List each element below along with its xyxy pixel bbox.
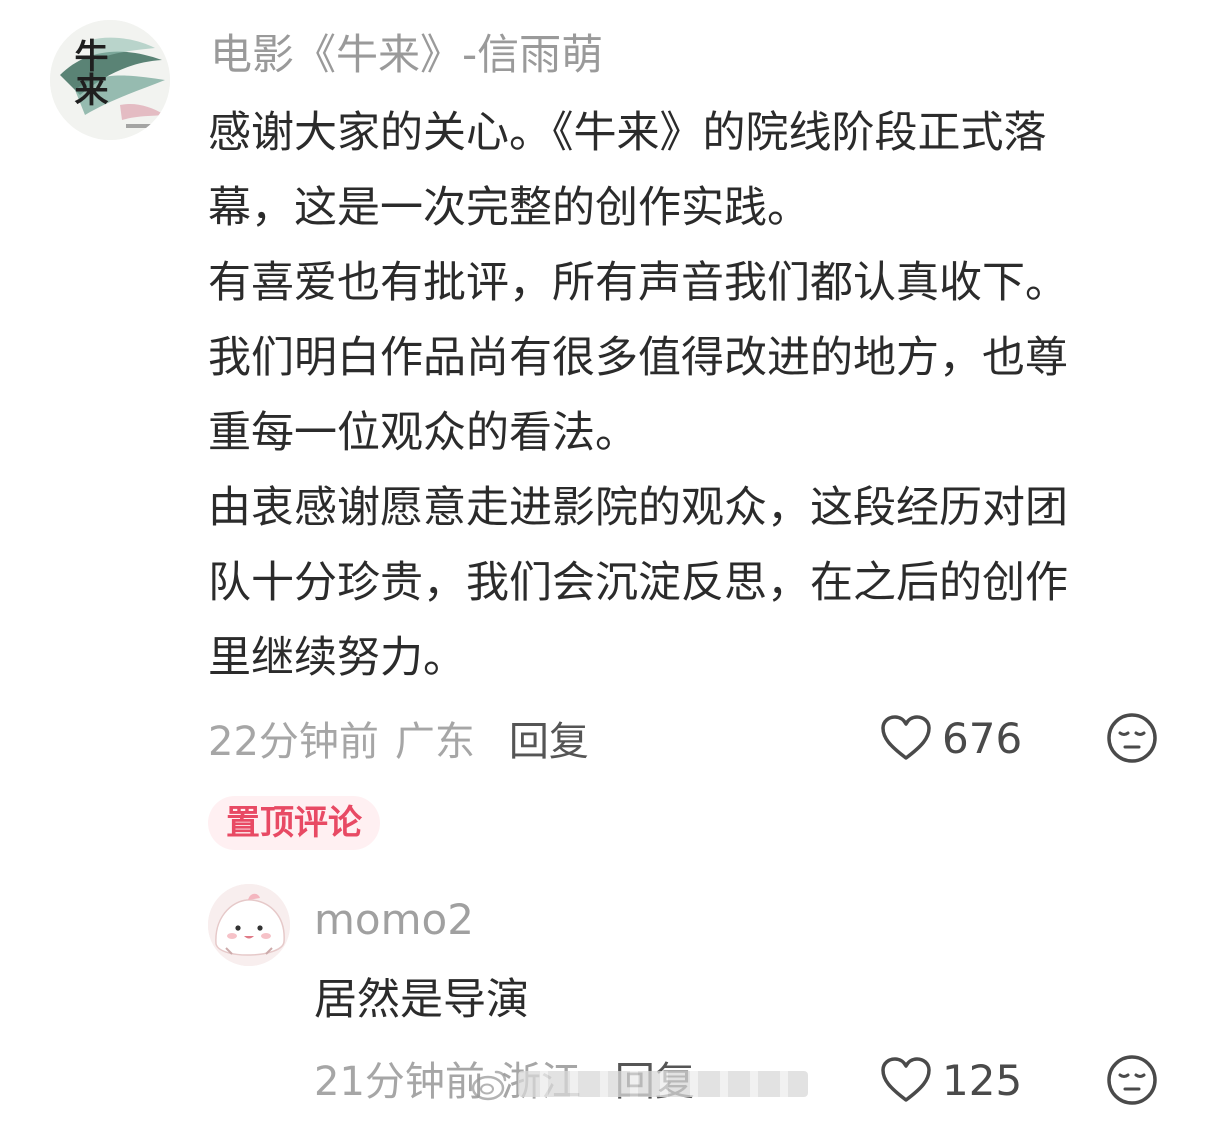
comment-line: 重每一位观众的看法。 [208, 408, 638, 458]
comment-line: 我们明白作品尚有很多值得改进的地方，也尊 [208, 333, 1068, 383]
like-count: 125 [942, 1055, 1023, 1105]
watermark-bar [518, 1071, 808, 1097]
reply-button[interactable]: 回复 [509, 709, 589, 767]
comment-location: 广东 [394, 719, 475, 765]
comment-line: 由衷感谢愿意走进影院的观众，这段经历对团 [208, 483, 1068, 533]
weibo-logo-icon [471, 1070, 507, 1101]
comment-body: 感谢大家的关心。《牛来》的院线阶段正式落 幕，这是一次完整的创作实践。 有喜爱也… [208, 96, 1168, 696]
comment-line: 有喜爱也有批评，所有声音我们都认真收下。 [208, 258, 1068, 308]
comment-line: 幕，这是一次完整的创作实践。 [208, 183, 810, 233]
comment-body: 居然是导演 [314, 975, 529, 1025]
dislike-face-icon[interactable] [1106, 1054, 1158, 1106]
comment-thread: 牛来 电影《牛来》-信雨萌 感谢大家的关心。《牛来》的院线阶段正式落 幕，这是一… [0, 0, 1206, 1121]
avatar-logo-text: 牛来 [68, 38, 108, 106]
avatar[interactable]: 牛来 [50, 20, 170, 140]
like-count: 676 [942, 713, 1023, 763]
like-button[interactable]: 125 [880, 1050, 1022, 1110]
comment-meta: 22分钟前 广东 回复 [208, 708, 589, 768]
comment-line: 感谢大家的关心。《牛来》的院线阶段正式落 [208, 108, 1047, 158]
username[interactable]: 电影《牛来》-信雨萌 [210, 26, 603, 84]
like-button[interactable]: 676 [880, 708, 1022, 768]
cartoon-bun-avatar-icon [208, 884, 290, 966]
avatar[interactable] [208, 884, 290, 966]
comment-line: 队十分珍贵，我们会沉淀反思，在之后的创作 [208, 558, 1068, 608]
heart-icon [881, 715, 931, 760]
watermark [470, 1062, 808, 1106]
dislike-face-icon[interactable] [1106, 712, 1158, 764]
pinned-comment-badge: 置顶评论 [208, 796, 380, 850]
comment-time: 21分钟前 [314, 1059, 485, 1105]
comment-time: 22分钟前 [208, 719, 379, 765]
heart-icon [881, 1057, 931, 1102]
comment-line: 里继续努力。 [208, 633, 466, 683]
username[interactable]: momo2 [314, 892, 474, 948]
